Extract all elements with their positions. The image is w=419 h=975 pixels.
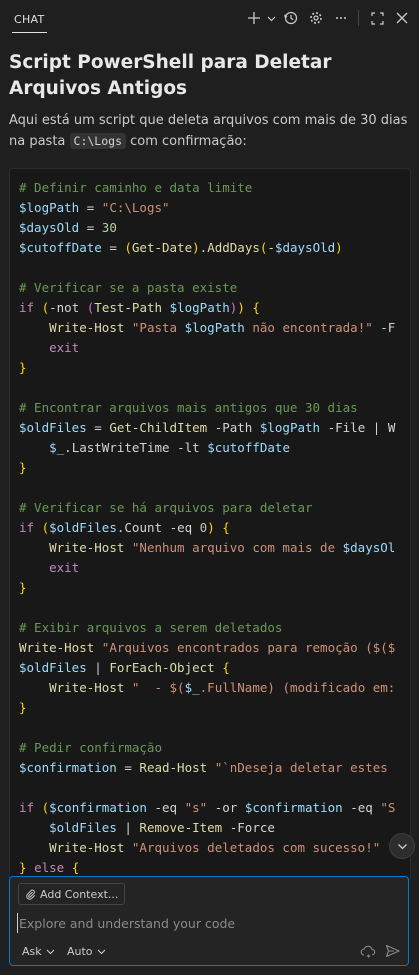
code-line: $confirmation = Read-Host "`nDeseja dele… bbox=[19, 760, 388, 775]
model-label: Auto bbox=[67, 944, 93, 958]
paperclip-icon bbox=[26, 889, 36, 900]
code-line: $cutoffDate = (Get-Date).AddDays(-$daysO… bbox=[19, 240, 343, 255]
cloud-send-icon[interactable] bbox=[358, 941, 378, 961]
gear-icon[interactable] bbox=[305, 7, 327, 29]
toolbar-divider bbox=[358, 10, 359, 26]
chat-header: CHAT bbox=[0, 0, 419, 36]
code-line: if ($confirmation -eq "s" -or $confirmat… bbox=[19, 800, 396, 815]
chevron-down-icon bbox=[97, 949, 105, 954]
maximize-icon[interactable] bbox=[366, 7, 388, 29]
model-picker[interactable]: Auto bbox=[67, 941, 106, 961]
chevron-down-icon bbox=[397, 843, 407, 849]
code-line: exit bbox=[49, 560, 80, 575]
code-line: } bbox=[19, 580, 27, 595]
code-line: } bbox=[19, 460, 27, 475]
code-line: # Verificar se a pasta existe bbox=[19, 280, 238, 295]
code-line: # Definir caminho e data limite bbox=[19, 180, 253, 195]
code-line: } bbox=[19, 360, 27, 375]
scroll-down-button[interactable] bbox=[389, 833, 415, 859]
add-context-label: Add Context... bbox=[40, 887, 119, 901]
code-line: Write-Host "Nenhum arquivo com mais de $… bbox=[49, 540, 396, 555]
code-line: if (-not (Test-Path $logPath)) { bbox=[19, 300, 260, 315]
code-line: Write-Host "Arquivos encontrados para re… bbox=[19, 640, 396, 655]
code-lines: # Definir caminho e data limite $logPath … bbox=[19, 178, 410, 878]
code-line: } bbox=[19, 700, 27, 715]
intro-text-end: com confirmação: bbox=[126, 134, 247, 149]
close-icon[interactable] bbox=[391, 7, 413, 29]
code-line: if ($oldFiles.Count -eq 0) { bbox=[19, 520, 230, 535]
code-line: } else { bbox=[19, 860, 80, 875]
code-line: Write-Host "Arquivos deletados com suces… bbox=[49, 840, 381, 855]
chat-toolbar bbox=[240, 7, 413, 29]
response-title: Script PowerShell para Deletar Arquivos … bbox=[9, 52, 332, 99]
chevron-down-icon[interactable] bbox=[265, 7, 277, 29]
send-icon[interactable] bbox=[382, 941, 402, 961]
code-line: $oldFiles = Get-ChildItem -Path $logPath… bbox=[19, 420, 396, 435]
code-line: $daysOld = 30 bbox=[19, 220, 117, 235]
more-icon[interactable] bbox=[330, 7, 352, 29]
code-line: $logPath = "C:\Logs" bbox=[19, 200, 170, 215]
chat-prompt-input[interactable] bbox=[17, 913, 399, 933]
code-line: Write-Host " - $($_.FullName) (modificad… bbox=[49, 680, 396, 695]
add-context-button[interactable]: Add Context... bbox=[18, 883, 126, 905]
mode-picker[interactable]: Ask bbox=[22, 941, 55, 961]
code-line: $oldFiles | ForEach-Object { bbox=[19, 660, 230, 675]
chevron-down-icon bbox=[46, 949, 55, 954]
code-line: # Exibir arquivos a serem deletados bbox=[19, 620, 283, 635]
chat-input-box: Add Context... Ask Auto bbox=[9, 876, 409, 966]
code-line: # Pedir confirmação bbox=[19, 740, 162, 755]
tab-chat[interactable]: CHAT bbox=[12, 4, 47, 33]
code-line: # Encontrar arquivos mais antigos que 30… bbox=[19, 400, 358, 415]
history-icon[interactable] bbox=[280, 7, 302, 29]
code-line: Write-Host "Pasta $logPath não encontrad… bbox=[49, 320, 396, 335]
code-block[interactable]: # Definir caminho e data limite $logPath … bbox=[9, 168, 411, 880]
mode-label: Ask bbox=[22, 944, 42, 958]
code-line: # Verificar se há arquivos para deletar bbox=[19, 500, 313, 515]
inline-code-path: C:\Logs bbox=[69, 133, 126, 149]
code-line: $oldFiles | Remove-Item -Force bbox=[49, 820, 275, 835]
code-line: $_.LastWriteTime -lt $cutoffDate bbox=[49, 440, 290, 455]
code-line: exit bbox=[49, 340, 80, 355]
plus-icon[interactable] bbox=[243, 7, 265, 29]
response-intro: Aqui está um script que deleta arquivos … bbox=[9, 110, 414, 152]
